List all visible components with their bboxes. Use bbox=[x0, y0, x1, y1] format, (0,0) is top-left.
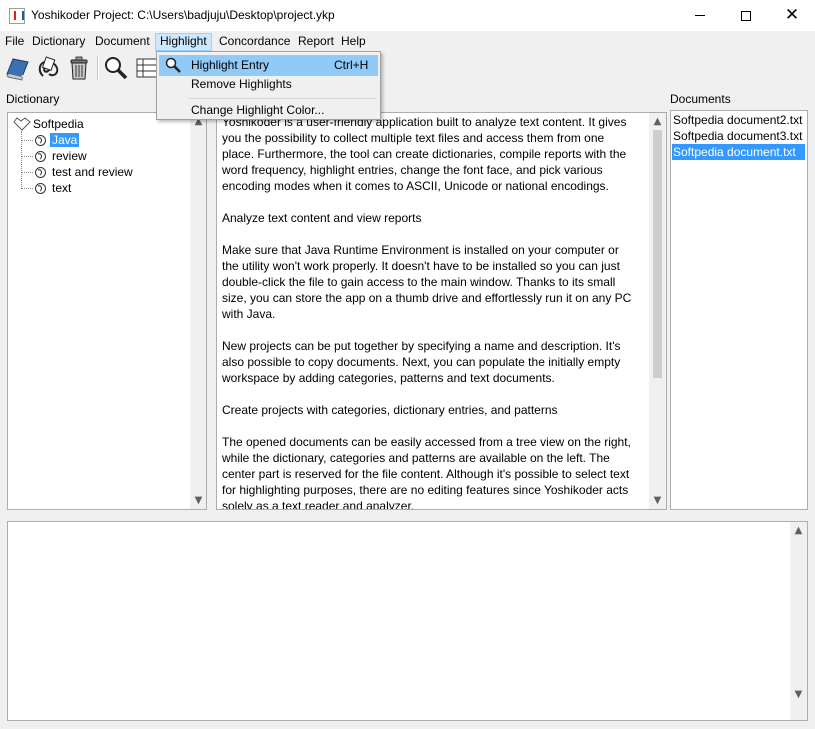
document-scrollbar[interactable]: ▲ ▼ bbox=[649, 113, 666, 509]
menu-dictionary[interactable]: Dictionary bbox=[28, 33, 89, 51]
scroll-down-icon[interactable]: ▼ bbox=[649, 492, 666, 509]
folder-icon bbox=[13, 117, 31, 131]
tree-item-review[interactable]: review bbox=[52, 149, 87, 164]
close-icon: ✕ bbox=[784, 5, 800, 25]
scroll-up-icon[interactable]: ▲ bbox=[649, 113, 666, 130]
menu-help[interactable]: Help bbox=[337, 33, 370, 51]
tree-root-softpedia[interactable]: Softpedia bbox=[33, 117, 84, 132]
minimize-button[interactable] bbox=[677, 0, 723, 31]
menu-item-highlight-entry[interactable]: Highlight Entry Ctrl+H bbox=[159, 55, 378, 76]
scroll-up-icon[interactable]: ▲ bbox=[790, 522, 807, 539]
text-line: solely as a text reader and analyzer. bbox=[222, 499, 415, 509]
text-line: encoding modes when it comes to ASCII, U… bbox=[222, 179, 609, 193]
text-line: size, you can store the app on a thumb d… bbox=[222, 291, 632, 305]
text-line: place. Furthermore, the tool can create … bbox=[222, 147, 627, 161]
add-documents-button[interactable] bbox=[34, 54, 62, 82]
text-line: The opened documents can be easily acces… bbox=[222, 435, 631, 449]
entry-icon bbox=[35, 183, 46, 194]
shortcut-label: Ctrl+H bbox=[334, 58, 369, 72]
text-line: Make sure that Java Runtime Environment … bbox=[222, 243, 619, 257]
text-line: you the possibility to collect multiple … bbox=[222, 131, 605, 145]
menu-concordance[interactable]: Concordance bbox=[215, 33, 294, 51]
toolbar bbox=[0, 51, 815, 85]
text-line: word frequency, highlight entries, chang… bbox=[222, 163, 603, 177]
text-line: for highlighting purposes, there are no … bbox=[222, 483, 629, 497]
delete-button[interactable] bbox=[65, 54, 93, 82]
tree-item-java[interactable]: Java bbox=[50, 133, 80, 148]
toolbar-separator bbox=[97, 56, 99, 80]
dictionary-scrollbar[interactable]: ▲ ▼ bbox=[190, 113, 206, 509]
menu-item-remove-highlights[interactable]: Remove Highlights bbox=[159, 74, 378, 95]
dictionary-tree[interactable]: Softpedia Java review test and review te… bbox=[7, 112, 207, 510]
text-line: Analyze text content and view reports bbox=[222, 211, 422, 225]
text-line: workspace by adding categories, patterns… bbox=[222, 371, 555, 385]
add-documents-icon bbox=[38, 56, 59, 77]
menu-report[interactable]: Report bbox=[294, 33, 338, 51]
split-divider-left[interactable] bbox=[209, 112, 214, 512]
window-title: Yoshikoder Project: C:\Users\badjuju\Des… bbox=[31, 8, 335, 22]
text-line: while the dictionary, categories and pat… bbox=[222, 451, 610, 465]
menu-file[interactable]: File bbox=[1, 33, 28, 51]
close-button[interactable]: ✕ bbox=[769, 0, 815, 31]
minimize-icon bbox=[695, 15, 705, 16]
trash-icon bbox=[70, 56, 88, 80]
magnifier-icon bbox=[165, 57, 181, 73]
title-bar: Yoshikoder Project: C:\Users\badjuju\Des… bbox=[0, 0, 815, 31]
document-item[interactable]: Softpedia document2.txt bbox=[672, 112, 805, 128]
text-line: New projects can be put together by spec… bbox=[222, 339, 621, 353]
menu-item-label: Change Highlight Color... bbox=[191, 103, 325, 117]
text-line: with Java. bbox=[222, 307, 276, 321]
document-text: Yoshikoder is a user-friendly applicatio… bbox=[220, 113, 649, 509]
documents-list[interactable]: Softpedia document2.txt Softpedia docume… bbox=[670, 110, 808, 510]
document-item-selected[interactable]: Softpedia document.txt bbox=[672, 144, 805, 160]
highlight-menu-dropdown: Highlight Entry Ctrl+H Remove Highlights… bbox=[156, 51, 381, 120]
entry-icon bbox=[35, 167, 46, 178]
menu-bar: File Dictionary Document Highlight Conco… bbox=[0, 31, 815, 51]
text-line: also possible to copy documents. Next, y… bbox=[222, 355, 621, 369]
tree-item-test-and-review[interactable]: test and review bbox=[52, 165, 133, 180]
maximize-icon bbox=[741, 10, 751, 21]
dictionary-panel-label: Dictionary bbox=[6, 92, 60, 106]
search-icon bbox=[105, 57, 128, 80]
scroll-down-icon[interactable]: ▼ bbox=[190, 492, 206, 509]
menu-item-label: Remove Highlights bbox=[191, 77, 292, 91]
menu-item-label: Highlight Entry bbox=[191, 58, 270, 72]
text-line: center part is reserved for the file con… bbox=[222, 467, 630, 481]
menu-item-change-highlight-color[interactable]: Change Highlight Color... bbox=[159, 100, 378, 121]
document-item[interactable]: Softpedia document3.txt bbox=[672, 128, 805, 144]
documents-panel-label: Documents bbox=[670, 92, 731, 106]
tree-item-text[interactable]: text bbox=[52, 181, 71, 196]
java-app-icon bbox=[9, 8, 25, 24]
text-line: Create projects with categories, diction… bbox=[222, 403, 558, 417]
scroll-down-icon[interactable]: ▼ bbox=[790, 686, 807, 703]
text-line: the utility won't work properly. It does… bbox=[222, 259, 620, 273]
scroll-thumb[interactable] bbox=[653, 130, 662, 378]
menu-document[interactable]: Document bbox=[91, 33, 154, 51]
maximize-button[interactable] bbox=[723, 0, 769, 31]
concordance-pane[interactable]: ▲ ▼ bbox=[7, 521, 808, 721]
open-dictionary-button[interactable] bbox=[3, 54, 31, 82]
search-button[interactable] bbox=[102, 54, 130, 82]
concordance-scrollbar[interactable]: ▲ ▼ bbox=[790, 522, 807, 720]
menu-highlight[interactable]: Highlight bbox=[155, 33, 212, 51]
text-line: double-click the file to gain access to … bbox=[222, 275, 616, 289]
menu-separator bbox=[189, 98, 377, 99]
entry-icon bbox=[35, 135, 46, 146]
entry-icon bbox=[35, 151, 46, 162]
open-dictionary-icon bbox=[6, 58, 29, 81]
